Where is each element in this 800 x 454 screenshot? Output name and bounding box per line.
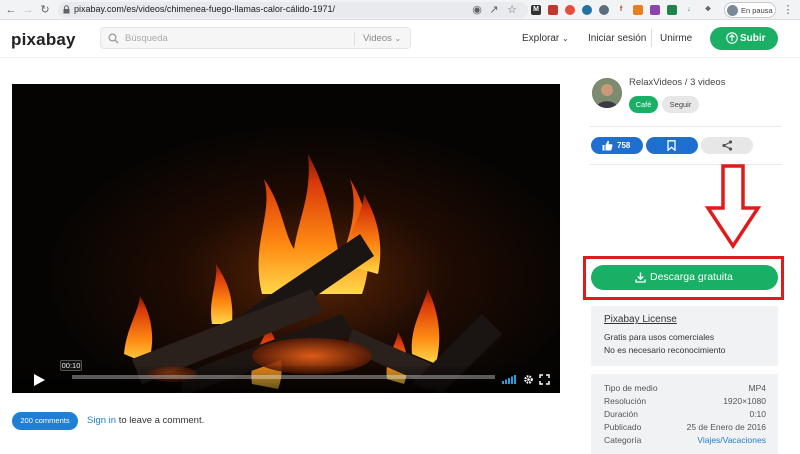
info-row: Resolución 1920×1080: [604, 396, 766, 408]
lock-icon: [63, 5, 70, 14]
extensions-puzzle-icon[interactable]: ❖: [703, 5, 713, 15]
info-row: Duración 0:10: [604, 409, 766, 421]
google-lens-icon[interactable]: ◉: [470, 3, 484, 17]
url-text: pixabay.com/es/videos/chimenea-fuego-lla…: [74, 4, 335, 14]
header-divider: [651, 29, 652, 47]
license-link[interactable]: Pixabay License: [604, 314, 677, 325]
comments-count-button[interactable]: 200 comments: [12, 412, 78, 430]
author-name[interactable]: RelaxVideos / 3 videos: [629, 77, 725, 88]
share-icon: [722, 140, 733, 151]
like-count: 758: [617, 141, 631, 150]
player-controls: [12, 366, 560, 393]
info-key: Tipo de medio: [604, 383, 658, 393]
red-arrow-annotation-icon: [704, 164, 762, 250]
signin-link[interactable]: Sign in: [87, 415, 116, 426]
play-icon[interactable]: [32, 373, 46, 387]
extension-icon[interactable]: [548, 5, 558, 15]
extension-icon[interactable]: [599, 5, 609, 15]
download-icon: [635, 272, 646, 283]
profile-chip[interactable]: En pausa: [724, 2, 776, 18]
extension-icon[interactable]: [633, 5, 643, 15]
share-button[interactable]: [701, 137, 753, 154]
video-player[interactable]: 00:10: [12, 84, 560, 393]
license-line-commercial: Gratis para usos comerciales: [604, 332, 715, 342]
info-key: Resolución: [604, 396, 647, 406]
chevron-down-icon: ⌄: [562, 34, 569, 43]
search-placeholder: Búsqueda: [125, 33, 168, 44]
video-time-tooltip: 00:10: [60, 360, 82, 371]
download-label: Descarga gratuita: [650, 271, 733, 283]
extension-icon[interactable]: [650, 5, 660, 15]
info-key: Categoría: [604, 435, 642, 445]
upload-icon: [726, 32, 738, 44]
author-avatar[interactable]: [592, 78, 622, 108]
author-photo: [592, 78, 622, 108]
search-type-label: Videos: [363, 33, 392, 44]
profile-status: En pausa: [741, 6, 773, 15]
like-button[interactable]: 758: [591, 137, 643, 154]
share-page-icon[interactable]: ↗: [487, 3, 501, 17]
reload-icon[interactable]: ↻: [38, 3, 52, 17]
extension-icon[interactable]: f: [616, 5, 626, 15]
info-key: Publicado: [604, 422, 642, 432]
browser-toolbar: ← → ↻ pixabay.com/es/videos/chimenea-fue…: [0, 0, 800, 20]
search-divider: [354, 32, 355, 46]
address-bar[interactable]: pixabay.com/es/videos/chimenea-fuego-lla…: [58, 2, 528, 18]
category-link[interactable]: Viajes/Vacaciones: [697, 435, 766, 445]
extension-icon[interactable]: M: [531, 5, 541, 15]
save-button[interactable]: [646, 137, 698, 154]
search-icon: [108, 33, 119, 44]
settings-gear-icon[interactable]: [523, 374, 534, 385]
pixabay-logo[interactable]: pixabay: [11, 30, 76, 50]
thumbs-up-icon: [602, 140, 613, 151]
license-panel: Pixabay License Gratis para usos comerci…: [591, 306, 778, 366]
nav-explore[interactable]: Explorar ⌄: [522, 33, 569, 44]
volume-icon[interactable]: [502, 375, 516, 384]
media-info-panel: Tipo de medio MP4 Resolución 1920×1080 D…: [591, 374, 778, 454]
info-key: Duración: [604, 409, 639, 419]
nav-explore-label: Explorar: [522, 33, 560, 44]
search-input[interactable]: Búsqueda Videos ⌄: [100, 27, 411, 49]
info-value: 1920×1080: [723, 396, 766, 406]
info-row: Categoría Viajes/Vacaciones: [604, 435, 766, 447]
extension-icon[interactable]: [582, 5, 592, 15]
profile-avatar: [727, 5, 738, 16]
chevron-down-icon: ⌄: [394, 34, 402, 43]
info-row: Tipo de medio MP4: [604, 383, 766, 395]
browser-menu-icon[interactable]: ⋮: [781, 3, 795, 17]
license-line-attribution: No es necesario reconocimiento: [604, 345, 726, 355]
forward-icon[interactable]: →: [21, 3, 35, 17]
comment-signin-prompt: Sign in to leave a comment.: [87, 415, 204, 426]
fireplace-video-frame: [12, 84, 560, 393]
extension-icon[interactable]: [667, 5, 677, 15]
sidebar-divider: [590, 126, 782, 127]
upload-label: Subir: [740, 33, 766, 44]
free-download-button[interactable]: Descarga gratuita: [591, 265, 778, 290]
signin-rest-text: to leave a comment.: [116, 415, 205, 426]
extension-icon[interactable]: [565, 5, 575, 15]
info-value: MP4: [748, 383, 766, 393]
download-extension-icon[interactable]: ↓: [684, 5, 694, 15]
back-icon[interactable]: ←: [4, 3, 18, 17]
nav-join[interactable]: Unirme: [660, 33, 692, 44]
info-value: 25 de Enero de 2016: [686, 422, 766, 432]
site-header: pixabay Búsqueda Videos ⌄ Explorar ⌄ Ini…: [0, 20, 800, 58]
info-row: Publicado 25 de Enero de 2016: [604, 422, 766, 434]
bookmark-icon: [667, 140, 676, 151]
nav-login[interactable]: Iniciar sesión: [588, 33, 646, 44]
fullscreen-icon[interactable]: [539, 374, 550, 385]
follow-button[interactable]: Seguir: [662, 96, 699, 113]
bookmark-star-icon[interactable]: ☆: [505, 3, 519, 17]
search-type-select[interactable]: Videos ⌄: [363, 33, 401, 44]
video-progress-bar[interactable]: [72, 375, 495, 379]
info-value: 0:10: [749, 409, 766, 419]
upload-button[interactable]: Subir: [710, 27, 778, 50]
coffee-tag-button[interactable]: Café: [629, 96, 658, 113]
